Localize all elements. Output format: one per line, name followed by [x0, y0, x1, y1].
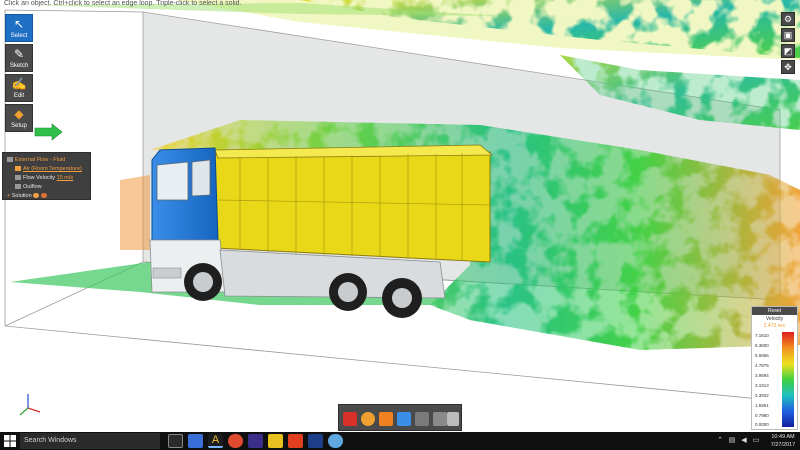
edit-brush-icon: ✍ [11, 77, 27, 91]
after-effects-app-icon[interactable] [248, 434, 263, 448]
cfd-app-icon[interactable]: A [208, 434, 223, 448]
solve-icon[interactable] [33, 193, 40, 199]
setup-tool-button[interactable]: ◆ Setup [5, 104, 33, 132]
clock-time: 10:49 AM [771, 434, 795, 440]
tree-inlet-value[interactable]: 15 m/s [57, 175, 74, 181]
legend-tick: 0.7980 [755, 413, 769, 418]
legend-tick: 3.9894 [755, 373, 769, 378]
tree-material-link[interactable]: Air (Room Temperature) [23, 166, 82, 172]
view-cube-icon[interactable]: ▣ [781, 28, 795, 42]
inlet-icon [15, 175, 21, 181]
powerpoint-app-icon[interactable] [288, 434, 303, 448]
legend-quantity: Velocity [765, 316, 784, 322]
streamlines-icon[interactable] [415, 412, 429, 426]
setup-tool-label: Setup [11, 123, 27, 129]
3d-viewport[interactable]: Click an object. Ctrl+click to select an… [0, 0, 800, 432]
legend-tick: 4.7875 [755, 363, 769, 368]
windows-taskbar: Search Windows A ⌃ ▤ ◀ ▭ 10:49 AM 7/27/2… [0, 432, 800, 450]
dump-truck [149, 144, 494, 318]
pause-icon[interactable] [343, 412, 357, 426]
tree-outflow-label: Outflow [23, 184, 42, 190]
volume-icon[interactable]: ◀ [740, 437, 748, 445]
sketch-tool-label: Sketch [9, 63, 29, 69]
clock-date: 7/27/2017 [770, 442, 796, 448]
setup-browser-panel: External Flow - Fluid Air (Room Temperat… [2, 152, 91, 200]
tree-outflow[interactable]: Outflow [15, 184, 42, 190]
select-tool-label: Select [10, 33, 28, 39]
plus-icon: + [7, 193, 11, 199]
flow-scene[interactable] [0, 0, 800, 432]
photoshop-app-icon[interactable] [308, 434, 323, 448]
sketch-tool-button[interactable]: ✎ Sketch [5, 44, 33, 72]
legend-tick: 0.0000 [755, 422, 769, 427]
legend-tick: 1.5951 [755, 403, 769, 408]
plane-icon[interactable] [447, 412, 459, 426]
particles-icon[interactable] [433, 412, 447, 426]
tree-solution[interactable]: + Solution [7, 193, 49, 199]
tree-root[interactable]: External Flow - Fluid [7, 157, 65, 163]
edit-tool-label: Edit [13, 93, 25, 99]
app-window: Click an object. Ctrl+click to select an… [0, 0, 800, 450]
status-hint: Click an object. Ctrl+click to select an… [4, 0, 242, 7]
tree-inlet[interactable]: Flow Velocity 15 m/s [15, 175, 73, 181]
tree-root-label: External Flow - Fluid [15, 157, 66, 163]
material-icon [15, 166, 21, 172]
velocity-legend: Reset Velocity 2.473 sec 7.1810 6.3800 5… [751, 306, 798, 430]
cursor-arrow-icon: ↖ [13, 17, 25, 31]
results-icon[interactable] [41, 193, 48, 199]
windows-start-icon[interactable] [4, 435, 16, 447]
settings-gear-icon[interactable]: ⚙ [781, 12, 795, 26]
camera-view-icon[interactable]: ◩ [781, 44, 795, 58]
rotate-icon[interactable] [361, 412, 375, 426]
cube-icon[interactable] [397, 412, 411, 426]
legend-tick: 5.5856 [755, 353, 769, 358]
notifications-icon[interactable]: ▭ [752, 437, 760, 445]
inlet-arrow [34, 123, 63, 141]
edit-tool-button[interactable]: ✍ Edit [5, 74, 33, 102]
material-box-icon[interactable] [379, 412, 393, 426]
tree-material[interactable]: Air (Room Temperature) [15, 166, 82, 172]
file-explorer-app-icon[interactable] [268, 434, 283, 448]
setup-icon: ◆ [14, 107, 24, 121]
legend-reset-button[interactable]: Reset [752, 307, 797, 315]
outflow-icon [15, 184, 21, 190]
legend-tick: 7.1810 [755, 333, 769, 338]
analysis-toolbar [338, 404, 462, 431]
tray-chevron-icon[interactable]: ⌃ [716, 437, 724, 445]
select-tool-button[interactable]: ↖ Select [5, 14, 33, 42]
task-view-icon[interactable] [168, 434, 183, 448]
legend-tick: 2.3932 [755, 393, 769, 398]
taskbar-search-box[interactable]: Search Windows [20, 433, 160, 449]
pencil-icon: ✎ [13, 47, 25, 61]
legend-colorbar [782, 332, 794, 427]
axis-triad [19, 394, 41, 416]
browser-app-icon[interactable] [188, 434, 203, 448]
fit-view-icon[interactable]: ✥ [781, 60, 795, 74]
legend-time: 2.473 sec [763, 323, 786, 329]
tree-solution-label: Solution [11, 193, 32, 199]
taskbar-clock[interactable]: 10:49 AM 7/27/2017 [768, 433, 798, 449]
skype-app-icon[interactable] [328, 434, 343, 448]
legend-tick: 3.1913 [755, 383, 769, 388]
tree-inlet-label: Flow Velocity [23, 175, 56, 181]
chrome-app-icon[interactable] [228, 434, 243, 448]
network-icon[interactable]: ▤ [728, 437, 736, 445]
fluid-domain-icon [7, 157, 13, 163]
legend-tick: 6.3800 [755, 343, 769, 348]
